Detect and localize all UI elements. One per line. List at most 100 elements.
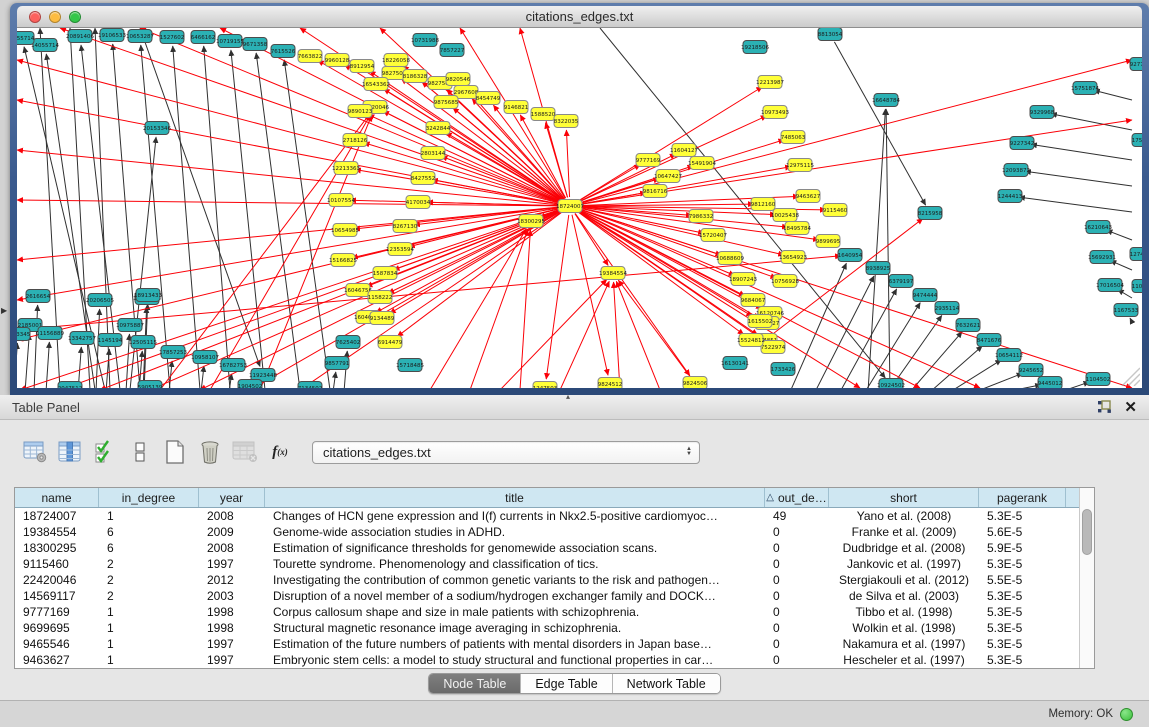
network-node[interactable]: 7625402 xyxy=(336,336,361,349)
table-cell[interactable]: Embryonic stem cells: a model to study s… xyxy=(265,652,765,668)
table-row[interactable]: 969969511998Structural magnetic resonanc… xyxy=(15,620,1079,636)
network-node[interactable]: 8427552 xyxy=(411,172,436,185)
network-node[interactable]: 1904502 xyxy=(238,380,263,389)
network-node[interactable]: 10688609 xyxy=(716,252,744,265)
network-node[interactable]: 2047512 xyxy=(58,382,83,389)
network-node[interactable]: 18226058 xyxy=(382,54,410,67)
table-cell[interactable]: Hescheler et al. (1997) xyxy=(829,652,979,668)
table-cell[interactable]: 5.5E-5 xyxy=(979,572,1066,588)
network-node[interactable]: 18907243 xyxy=(729,273,757,286)
network-node[interactable]: 7663822 xyxy=(298,50,323,63)
network-node[interactable]: 9463627 xyxy=(796,190,821,203)
network-node[interactable]: 1754421 xyxy=(1132,134,1142,147)
splitter-handle-icon[interactable]: ▴ xyxy=(566,392,570,401)
network-node[interactable]: 10107554 xyxy=(327,194,355,207)
network-node[interactable]: 3913345 xyxy=(17,328,31,341)
network-node[interactable]: 9277421 xyxy=(1130,58,1142,71)
network-node[interactable]: 9824506 xyxy=(683,377,708,389)
table-cell[interactable]: Estimation of significance thresholds fo… xyxy=(265,540,765,556)
table-cell[interactable]: 2 xyxy=(99,572,199,588)
network-node[interactable]: 15751874 xyxy=(1071,82,1099,95)
table-cell[interactable]: 2 xyxy=(99,588,199,604)
column-header-title[interactable]: title xyxy=(265,488,765,507)
network-node[interactable]: 8322035 xyxy=(554,115,579,128)
network-node[interactable]: 9960128 xyxy=(325,54,350,67)
table-cell[interactable]: 5.3E-5 xyxy=(979,604,1066,620)
table-row[interactable]: 946362711997Embryonic stem cells: a mode… xyxy=(15,652,1079,668)
network-node[interactable]: 7134502 xyxy=(298,382,323,389)
trash-icon[interactable] xyxy=(197,439,223,465)
table-row[interactable]: 1456911722003Disruption of a novel membe… xyxy=(15,588,1079,604)
network-node[interactable]: 7632621 xyxy=(956,319,981,332)
network-node[interactable]: 11156889 xyxy=(36,327,64,340)
table-cell[interactable]: 5.3E-5 xyxy=(979,620,1066,636)
network-node[interactable]: 12213987 xyxy=(756,76,784,89)
table-cell[interactable]: 9463627 xyxy=(15,652,99,668)
network-node[interactable]: 19218506 xyxy=(741,41,769,54)
table-cell[interactable]: 1 xyxy=(99,620,199,636)
network-node[interactable]: 9227342 xyxy=(1010,137,1035,150)
network-node[interactable]: 1158222 xyxy=(368,291,393,304)
table-cell[interactable]: 0 xyxy=(765,540,829,556)
network-node[interactable]: 9899695 xyxy=(816,235,841,248)
zoom-window-icon[interactable] xyxy=(69,11,81,23)
network-node[interactable]: 12975115 xyxy=(786,159,814,172)
network-node[interactable]: 6914479 xyxy=(378,336,403,349)
table-row[interactable]: 1938455462009Genome-wide association stu… xyxy=(15,524,1079,540)
network-node[interactable]: 2718126 xyxy=(343,134,368,147)
table-cell[interactable]: 2009 xyxy=(199,524,265,540)
network-node[interactable]: 7986332 xyxy=(689,210,714,223)
network-view-window[interactable]: citations_edges.txt 18724007766382299601… xyxy=(10,3,1149,395)
table-cell[interactable]: 1 xyxy=(99,652,199,668)
table-cell[interactable]: 18300295 xyxy=(15,540,99,556)
select-all-checks-icon[interactable] xyxy=(92,439,118,465)
table-cell[interactable]: 14569117 xyxy=(15,588,99,604)
network-node[interactable]: 9890123 xyxy=(348,105,373,118)
memory-status-dot[interactable] xyxy=(1120,708,1133,721)
network-node[interactable]: 15718485 xyxy=(396,359,424,372)
network-node[interactable]: 7615526 xyxy=(271,45,296,58)
table-cell[interactable]: Corpus callosum shape and size in male p… xyxy=(265,604,765,620)
table-cell[interactable]: Dudbridge et al. (2008) xyxy=(829,540,979,556)
table-cell[interactable]: 0 xyxy=(765,652,829,668)
network-node[interactable]: 9684067 xyxy=(741,294,766,307)
tab-network-table[interactable]: Network Table xyxy=(612,674,720,693)
table-cell[interactable]: 5.3E-5 xyxy=(979,652,1066,668)
network-node[interactable]: 9115460 xyxy=(823,204,848,217)
table-cell[interactable]: 0 xyxy=(765,620,829,636)
table-cell[interactable]: 2012 xyxy=(199,572,265,588)
table-cell[interactable]: 1997 xyxy=(199,636,265,652)
network-node[interactable]: 1733426 xyxy=(771,363,796,376)
network-node[interactable]: 9816716 xyxy=(643,185,668,198)
network-node[interactable]: 14055714 xyxy=(31,39,59,52)
network-node[interactable]: 1167533 xyxy=(1114,304,1139,317)
network-node[interactable]: 1527602 xyxy=(160,31,185,44)
network-node[interactable]: 9474444 xyxy=(913,289,938,302)
network-node[interactable]: 7857227 xyxy=(440,44,465,57)
tab-edge-table[interactable]: Edge Table xyxy=(520,674,611,693)
network-node[interactable]: 15692931 xyxy=(1088,251,1116,264)
table-cell[interactable]: Estimation of the future numbers of pati… xyxy=(265,636,765,652)
close-window-icon[interactable] xyxy=(29,11,41,23)
table-cell[interactable]: 9115460 xyxy=(15,556,99,572)
network-node[interactable]: 1247503 xyxy=(533,382,558,389)
network-node[interactable]: 1274052 xyxy=(1130,248,1142,261)
network-node[interactable]: 10719155 xyxy=(216,35,244,48)
network-node[interactable]: 20891406 xyxy=(66,30,94,43)
table-cell[interactable]: Nakamura et al. (1997) xyxy=(829,636,979,652)
network-node[interactable]: 15720407 xyxy=(699,229,727,242)
network-node[interactable]: 1104502 xyxy=(1086,373,1111,386)
table-selector-dropdown[interactable]: citations_edges.txt ▲▼ xyxy=(312,441,700,464)
table-cell[interactable]: 9777169 xyxy=(15,604,99,620)
table-row[interactable]: 946554611997Estimation of the future num… xyxy=(15,636,1079,652)
show-column-icon[interactable] xyxy=(57,439,83,465)
network-node[interactable]: 10654112 xyxy=(995,349,1023,362)
table-cell[interactable]: Jankovic et al. (1997) xyxy=(829,556,979,572)
network-node[interactable]: 6379197 xyxy=(889,275,914,288)
table-row[interactable]: 911546021997Tourette syndrome. Phenomeno… xyxy=(15,556,1079,572)
table-cell[interactable]: 2003 xyxy=(199,588,265,604)
table-cell[interactable]: 1997 xyxy=(199,652,265,668)
table-cell[interactable]: 18724007 xyxy=(15,508,99,524)
table-cell[interactable]: 2008 xyxy=(199,540,265,556)
network-node[interactable]: 11604127 xyxy=(670,144,698,157)
